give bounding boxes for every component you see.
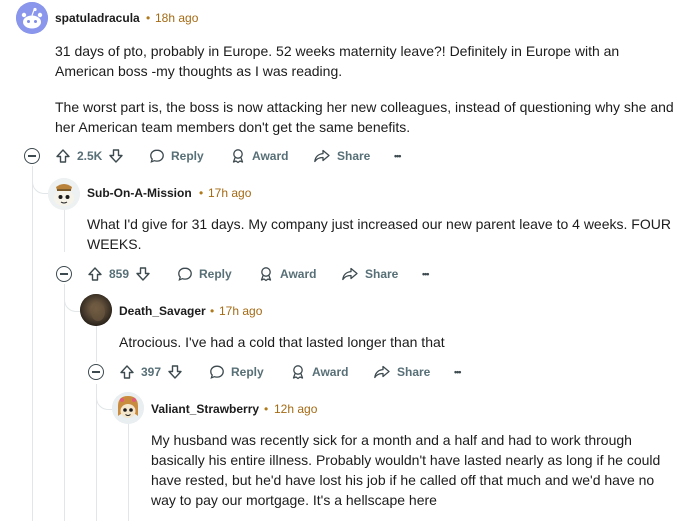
comment-actions: 859 Reply Award Share ••• [56,262,456,286]
reply-button[interactable]: Reply [149,148,204,164]
thread-connector [96,386,112,410]
upvote-icon[interactable] [119,364,135,380]
comment-author[interactable]: Death_Savager [119,304,206,318]
reply-icon [150,149,164,163]
award-icon [232,149,244,164]
share-button[interactable]: Share [341,266,398,282]
more-icon[interactable]: ••• [454,367,462,377]
thread-line[interactable] [96,326,97,362]
comment-body: Atrocious. I've had a cold that lasted l… [119,332,679,352]
reply-icon [178,267,192,281]
avatar[interactable] [48,178,80,210]
share-button[interactable]: Share [373,364,430,380]
reply-label: Reply [199,267,232,281]
share-icon [374,365,390,379]
thread-line[interactable] [128,424,129,521]
vote-count: 859 [109,267,130,281]
more-icon[interactable]: ••• [422,269,430,279]
comment-paragraph: The worst part is, the boss is now attac… [55,99,674,135]
award-button[interactable]: Award [258,266,316,282]
separator-dot: • [146,11,151,25]
award-button[interactable]: Award [230,148,288,164]
profile-photo-icon [80,294,112,326]
collapse-icon[interactable] [88,364,104,380]
thread-line[interactable] [64,208,65,252]
share-icon [342,267,358,281]
comment-author[interactable]: spatuladracula [55,11,140,25]
comment-body: What I'd give for 31 days. My company ju… [87,214,677,254]
separator-dot: • [210,304,215,318]
reply-icon [210,365,224,379]
comment-paragraph: What I'd give for 31 days. My company ju… [87,216,671,252]
thread-connector [32,170,48,194]
award-icon [292,365,304,380]
award-label: Award [252,149,289,163]
award-label: Award [280,267,317,281]
share-label: Share [365,267,399,281]
avatar[interactable] [80,294,112,326]
share-label: Share [337,149,371,163]
more-icon[interactable]: ••• [394,151,402,161]
comment-actions: 2.5K Reply Award Share ••• [24,144,424,168]
separator-dot: • [264,402,269,416]
award-label: Award [312,365,349,379]
comment-timestamp[interactable]: 18h ago [155,11,198,25]
vote-count: 397 [141,365,162,379]
award-icon [260,267,272,282]
downvote-icon[interactable] [135,266,151,282]
share-label: Share [397,365,431,379]
avatar[interactable] [112,392,144,424]
share-icon [314,149,330,163]
snoo-avatar-icon [112,392,144,424]
thread-line[interactable] [96,384,97,521]
comment-timestamp[interactable]: 17h ago [219,304,262,318]
reply-button[interactable]: Reply [209,364,264,380]
comment-body: My husband was recently sick for a month… [151,430,676,510]
comment-timestamp[interactable]: 17h ago [208,186,251,200]
comment-timestamp[interactable]: 12h ago [274,402,317,416]
collapse-icon[interactable] [56,266,72,282]
reply-label: Reply [171,149,204,163]
reply-label: Reply [231,365,264,379]
comment-author[interactable]: Valiant_Strawberry [151,402,259,416]
avatar[interactable] [16,2,48,34]
collapse-icon[interactable] [24,148,40,164]
comment-paragraph: 31 days of pto, probably in Europe. 52 w… [55,43,620,79]
share-button[interactable]: Share [313,148,370,164]
downvote-icon[interactable] [108,148,124,164]
thread-line[interactable] [32,166,33,521]
reply-button[interactable]: Reply [177,266,232,282]
upvote-icon[interactable] [87,266,103,282]
snoo-avatar-icon [16,2,48,34]
comment-body: 31 days of pto, probably in Europe. 52 w… [55,41,675,137]
comment-actions: 397 Reply Award Share ••• [88,360,488,384]
thread-line[interactable] [64,284,65,521]
comment-paragraph: Atrocious. I've had a cold that lasted l… [119,334,445,350]
comment-author[interactable]: Sub-On-A-Mission [87,186,192,200]
award-button[interactable]: Award [290,364,348,380]
comment-paragraph: My husband was recently sick for a month… [151,432,661,508]
vote-count: 2.5K [77,149,103,163]
snoo-avatar-icon [48,178,80,210]
separator-dot: • [199,186,204,200]
downvote-icon[interactable] [167,364,183,380]
thread-connector [64,288,80,312]
upvote-icon[interactable] [55,148,71,164]
